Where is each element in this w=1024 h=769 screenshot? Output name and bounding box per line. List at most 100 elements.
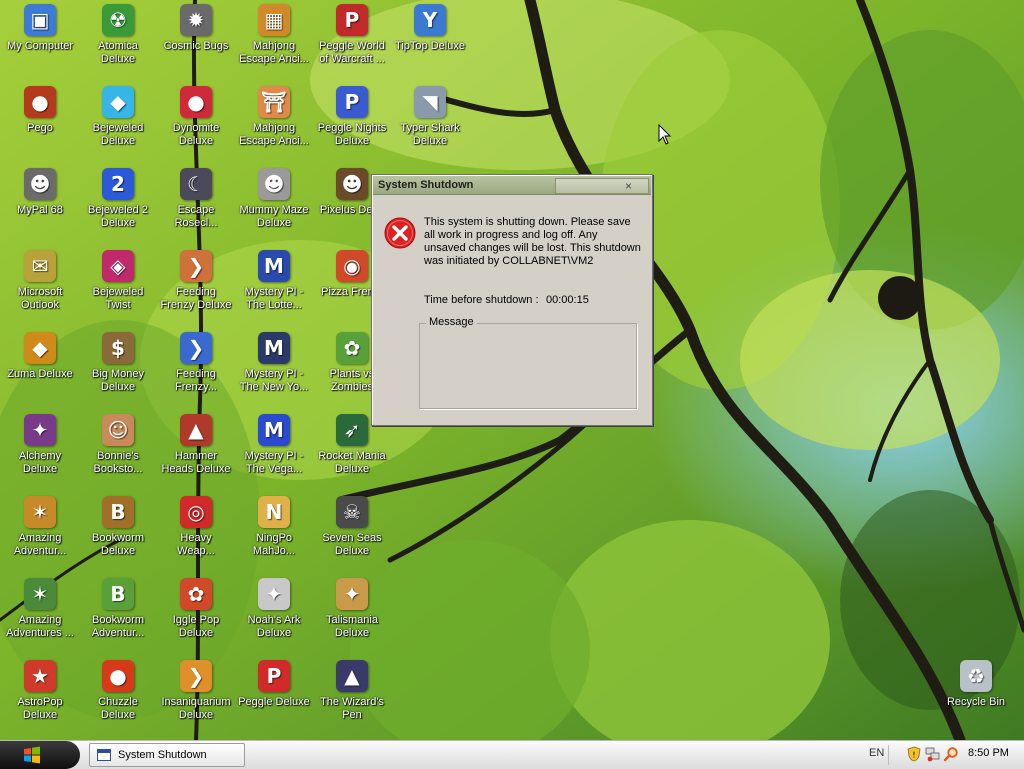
desktop-icon-label: Zuma Deluxe — [7, 368, 73, 380]
desktop-icon[interactable]: ✉ Microsoft Outlook — [0, 248, 80, 322]
desktop-icon-label: Iggle Pop Deluxe — [172, 614, 220, 639]
language-indicator[interactable]: EN — [869, 747, 884, 759]
desktop-icon[interactable]: ▦ Mahjong Escape Anci... — [234, 2, 314, 76]
desktop-icon-label: Peggle World of Warcraft ... — [319, 40, 385, 65]
desktop-icon[interactable]: ◥ Typer Shark Deluxe — [390, 84, 470, 158]
desktop-icon[interactable]: M Mystery PI - The Vega... — [234, 412, 314, 486]
gnome-icon: ▲ — [180, 414, 212, 446]
start-button[interactable] — [0, 741, 80, 769]
mahjong-icon: ▦ — [258, 4, 290, 36]
desktop-icon[interactable]: M Mystery PI - The Lotte... — [234, 248, 314, 322]
desktop-icon[interactable]: B Bookworm Deluxe — [78, 494, 158, 568]
desktop-icon[interactable]: ☺ Bonnie's Booksto... — [78, 412, 158, 486]
desktop-icon[interactable]: ❯ Feeding Frenzy... — [156, 330, 236, 404]
desktop-icon[interactable]: ✹ Cosmic Bugs — [156, 2, 236, 76]
network-icon[interactable] — [925, 746, 941, 762]
desktop-icon-label: Typer Shark Deluxe — [400, 122, 460, 147]
close-icon[interactable]: × — [625, 180, 632, 193]
desktop-icon[interactable]: ▲ The Wizard's Pen — [312, 658, 392, 732]
computer-icon: ▣ — [24, 4, 56, 36]
raccoon-icon: ☻ — [24, 168, 56, 200]
dynomite-egg-icon: ● — [180, 86, 212, 118]
plant-icon: ✿ — [336, 332, 368, 364]
pego-ball-icon: ● — [24, 86, 56, 118]
desktop-icon[interactable]: ☾ Escape Rosecl... — [156, 166, 236, 240]
desktop-icon-label: MyPal 68 — [17, 204, 63, 216]
talismania-icon: ✦ — [336, 578, 368, 610]
desktop-icon[interactable]: ◆ Bejeweled Deluxe — [78, 84, 158, 158]
desktop-icon-label: Bonnie's Booksto... — [93, 450, 143, 475]
search-magnifier-icon[interactable] — [943, 746, 959, 762]
desktop-icon[interactable]: Y TipTop Deluxe — [390, 2, 470, 76]
system-clock[interactable]: 8:50 PM — [968, 747, 1009, 759]
desktop-icon[interactable]: ✿ Iggle Pop Deluxe — [156, 576, 236, 650]
peggle-nights-icon: P — [336, 86, 368, 118]
desktop-icon[interactable]: ☻ Mummy Maze Deluxe — [234, 166, 314, 240]
desktop-icon[interactable]: $ Big Money Deluxe — [78, 330, 158, 404]
desktop-icon[interactable]: ● Pego — [0, 84, 80, 158]
mystery-pi-icon: M — [258, 250, 290, 282]
bookworm-icon: B — [102, 496, 134, 528]
desktop-icon-label: Bookworm Adventur... — [91, 614, 145, 639]
desktop-icon[interactable]: ✶ Amazing Adventures ... — [0, 576, 80, 650]
desktop-icon[interactable]: ❯ Feeding Frenzy Deluxe — [156, 248, 236, 322]
desktop-icon-label: AstroPop Deluxe — [17, 696, 63, 721]
outlook-icon: ✉ — [24, 250, 56, 282]
desktop-icon[interactable]: B Bookworm Adventur... — [78, 576, 158, 650]
desktop-icon[interactable]: ✶ Amazing Adventur... — [0, 494, 80, 568]
desktop-icon-label: Recycle Bin — [946, 696, 1006, 708]
desktop-icon[interactable]: ☻ MyPal 68 — [0, 166, 80, 240]
desktop-icon[interactable]: ● Chuzzle Deluxe — [78, 658, 158, 732]
desktop-icon[interactable]: ▣ My Computer — [0, 2, 80, 76]
mahjong-gate-icon: ⛩ — [258, 86, 290, 118]
ningpo-icon: N — [258, 496, 290, 528]
desktop-icon[interactable]: P Peggle World of Warcraft ... — [312, 2, 392, 76]
desktop-icon-label: Peggle Deluxe — [238, 696, 310, 708]
money-bag-icon: $ — [102, 332, 134, 364]
desktop-icon[interactable]: ★ AstroPop Deluxe — [0, 658, 80, 732]
wizard-hat-icon: ▲ — [336, 660, 368, 692]
shark-icon: ◥ — [414, 86, 446, 118]
desktop-icon-label: Bejeweled Deluxe — [92, 122, 144, 147]
desktop-icon[interactable]: ▲ Hammer Heads Deluxe — [156, 412, 236, 486]
desktop-icon[interactable]: ✦ Alchemy Deluxe — [0, 412, 80, 486]
message-group-label: Message — [426, 316, 477, 328]
desktop-icon[interactable]: ⛩ Mahjong Escape Anci... — [234, 84, 314, 158]
desktop-icon[interactable]: P Peggle Deluxe — [234, 658, 314, 732]
desktop-icon-label: Mystery PI - The New Yo... — [239, 368, 309, 393]
taskbar: System Shutdown EN ! 8:50 PM — [0, 740, 1024, 769]
globe-icon: ✶ — [24, 578, 56, 610]
security-shield-icon[interactable]: ! — [906, 746, 922, 762]
dialog-title-bar[interactable]: System Shutdown × — [373, 176, 651, 195]
astropop-icon: ★ — [24, 660, 56, 692]
skull-icon: ☠ — [336, 496, 368, 528]
desktop-icon-label: Atomica Deluxe — [98, 40, 138, 65]
desktop-icon[interactable]: ◆ Zuma Deluxe — [0, 330, 80, 404]
desktop-icon[interactable]: N NingPo MahJo... — [234, 494, 314, 568]
taskbar-button-system-shutdown[interactable]: System Shutdown — [89, 743, 245, 767]
desktop-icon[interactable]: ● Dynomite Deluxe — [156, 84, 236, 158]
desktop-icon-label: The Wizard's Pen — [320, 696, 384, 721]
desktop-icon[interactable]: ♻ Recycle Bin — [936, 658, 1016, 732]
desktop-icon[interactable]: ❯ Insaniquarium Deluxe — [156, 658, 236, 732]
fish-icon: ❯ — [180, 250, 212, 282]
desktop-icon-label: Noah's Ark Deluxe — [247, 614, 301, 639]
mystery-pi-shield-icon: M — [258, 332, 290, 364]
desktop-icon[interactable]: ✦ Noah's Ark Deluxe — [234, 576, 314, 650]
desktop-icon[interactable]: ◎ Heavy Weap... — [156, 494, 236, 568]
desktop-icon-label: Pego — [27, 122, 53, 134]
pixelus-icon: ☻ — [336, 168, 368, 200]
desktop-icon-label: Mummy Maze Deluxe — [239, 204, 309, 229]
rocket-icon: ➶ — [336, 414, 368, 446]
desktop-icon-label: NingPo MahJo... — [252, 532, 296, 557]
taskbar-button-label: System Shutdown — [118, 749, 207, 761]
desktop-icon[interactable]: M Mystery PI - The New Yo... — [234, 330, 314, 404]
wizard-icon: ✦ — [24, 414, 56, 446]
desktop-icon[interactable]: ✦ Talismania Deluxe — [312, 576, 392, 650]
desktop-icon[interactable]: ☢ Atomica Deluxe — [78, 2, 158, 76]
desktop-icon-label: Mystery PI - The Vega... — [244, 450, 304, 475]
desktop-icon[interactable]: 2 Bejeweled 2 Deluxe — [78, 166, 158, 240]
desktop-icon[interactable]: P Peggle Nights Deluxe — [312, 84, 392, 158]
desktop-icon[interactable]: ◈ Bejeweled Twist — [78, 248, 158, 322]
desktop-icon[interactable]: ☠ Seven Seas Deluxe — [312, 494, 392, 568]
